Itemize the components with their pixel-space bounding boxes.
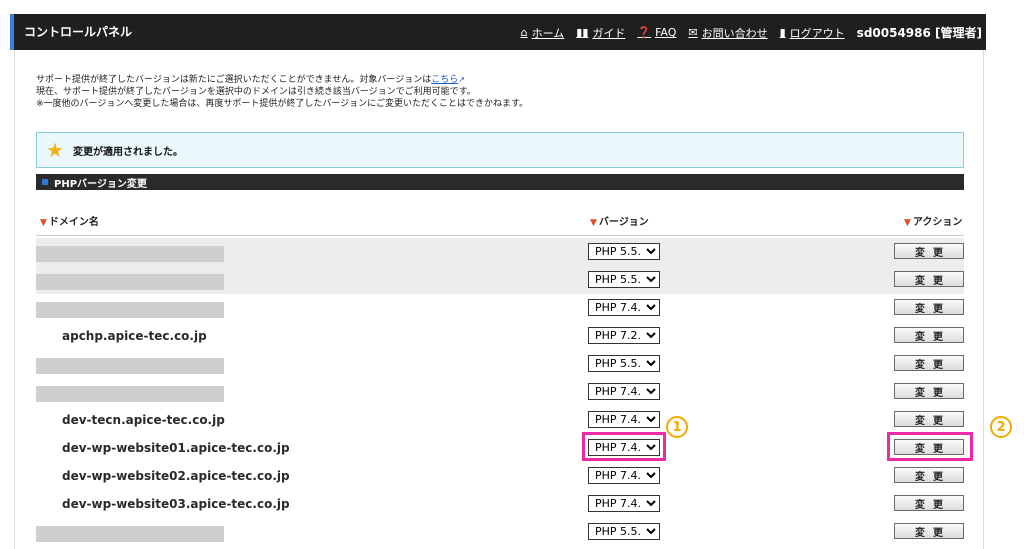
external-link-icon: ↗ <box>458 75 465 84</box>
change-button[interactable]: 変更 <box>894 383 964 399</box>
redacted-domain <box>36 274 224 290</box>
triangle-down-icon: ▼ <box>590 218 597 228</box>
user-account: sd0054986 [管理者] <box>856 26 982 40</box>
nav-home[interactable]: ⌂ ホーム <box>521 25 565 41</box>
triangle-down-icon: ▼ <box>40 218 47 228</box>
home-icon: ⌂ <box>520 26 528 39</box>
change-button[interactable]: 変更 <box>894 327 964 343</box>
header-divider <box>36 235 964 236</box>
redacted-domain <box>36 358 224 374</box>
nav-guide[interactable]: ▮▮ ガイド <box>576 25 625 41</box>
table-row: PHP 5.5.38 変更 <box>36 266 964 294</box>
php-version-select[interactable]: PHP 7.4.28 <box>588 299 660 316</box>
nav-faq[interactable]: ❓ FAQ <box>637 26 676 39</box>
table-row: dev-wp-website02.apice-tec.co.jp PHP 7.4.… <box>36 462 964 490</box>
php-version-select[interactable]: PHP 7.4.28 <box>588 411 660 428</box>
square-bullet-icon <box>42 179 48 185</box>
change-button[interactable]: 変更 <box>894 243 964 259</box>
php-version-select[interactable]: PHP 7.4.28 <box>588 383 660 400</box>
change-button[interactable]: 変更 <box>894 495 964 511</box>
mail-icon: ✉ <box>688 26 698 39</box>
redacted-domain <box>36 386 224 402</box>
header-nav: ⌂ ホーム ▮▮ ガイド ❓ FAQ ✉ お問い合わせ ▮ ログアウト sd0054986… <box>521 24 982 41</box>
change-button[interactable]: 変更 <box>894 355 964 371</box>
php-version-select[interactable]: PHP 5.5.38 <box>588 355 660 372</box>
change-button[interactable]: 変更 <box>894 271 964 287</box>
nav-logout[interactable]: ▮ ログアウト <box>780 25 845 41</box>
domain-name: dev-tecn.apice-tec.co.jp <box>62 413 225 427</box>
change-button[interactable]: 変更 <box>894 411 964 427</box>
table-row: PHP 5.5.38 変更 <box>36 350 964 378</box>
redacted-domain <box>36 302 224 318</box>
domain-name: apchp.apice-tec.co.jp <box>62 329 207 343</box>
php-version-select[interactable]: PHP 5.5.38 <box>588 523 660 540</box>
domain-name: dev-wp-website01.apice-tec.co.jp <box>62 441 290 455</box>
php-version-select[interactable]: PHP 5.5.38 <box>588 243 660 260</box>
table-row: PHP 5.5.38 変更 <box>36 518 964 546</box>
success-message-box: ★ 変更が適用されました。 <box>36 132 964 168</box>
book-icon: ▮▮ <box>576 26 589 39</box>
domain-name: dev-wp-website02.apice-tec.co.jp <box>62 469 290 483</box>
support-notice: サポート提供が終了したバージョンは新たにご選択いただくことができません。対象バー… <box>36 75 529 109</box>
annotation-badge-2: 2 <box>990 416 1012 438</box>
target-versions-link[interactable]: こちら <box>431 75 458 85</box>
column-header-action: ▼ アクション <box>904 217 963 228</box>
brand-title: コントロールパネル <box>24 25 133 39</box>
domain-name: dev-wp-website03.apice-tec.co.jp <box>62 497 290 511</box>
column-header-version: ▼ バージョン <box>590 217 649 228</box>
question-icon: ❓ <box>637 26 652 39</box>
redacted-domain <box>36 526 224 542</box>
table-row: dev-tecn.apice-tec.co.jp PHP 7.4.28 変更 <box>36 406 964 434</box>
table-row: PHP 7.4.28 変更 <box>36 378 964 406</box>
annotation-badge-1: 1 <box>666 416 688 438</box>
section-header: PHPバージョン変更 <box>36 174 964 190</box>
table-row: dev-wp-website03.apice-tec.co.jp PHP 7.4.… <box>36 490 964 518</box>
php-version-select[interactable]: PHP 5.5.38 <box>588 271 660 288</box>
star-icon: ★ <box>46 138 64 162</box>
top-nav-bar: コントロールパネル ⌂ ホーム ▮▮ ガイド ❓ FAQ ✉ お問い合わせ ▮ ログアウト… <box>10 14 986 50</box>
change-button[interactable]: 変更 <box>894 467 964 483</box>
column-header-domain: ▼ ドメイン名 <box>40 217 99 228</box>
change-button[interactable]: 変更 <box>894 523 964 539</box>
triangle-down-icon: ▼ <box>904 218 911 228</box>
table-row: dev-wp-website01.apice-tec.co.jp PHP 7.4.… <box>36 434 964 462</box>
highlight-change-button <box>887 432 973 461</box>
table-row: PHP 7.4.28 変更 <box>36 294 964 322</box>
php-version-select[interactable]: PHP 7.4.28 <box>588 467 660 484</box>
php-version-select[interactable]: PHP 7.4.28 <box>588 495 660 512</box>
table-row: PHP 5.5.38 変更 <box>36 238 964 266</box>
nav-contact[interactable]: ✉ お問い合わせ <box>688 25 767 41</box>
redacted-domain <box>36 246 224 262</box>
highlight-version-select <box>582 432 666 461</box>
section-title: PHPバージョン変更 <box>54 178 147 190</box>
logout-icon: ▮ <box>779 26 786 39</box>
success-message: 変更が適用されました。 <box>73 146 183 158</box>
php-version-select[interactable]: PHP 7.2.34 <box>588 327 660 344</box>
table-row: apchp.apice-tec.co.jp PHP 7.2.34 変更 <box>36 322 964 350</box>
change-button[interactable]: 変更 <box>894 299 964 315</box>
